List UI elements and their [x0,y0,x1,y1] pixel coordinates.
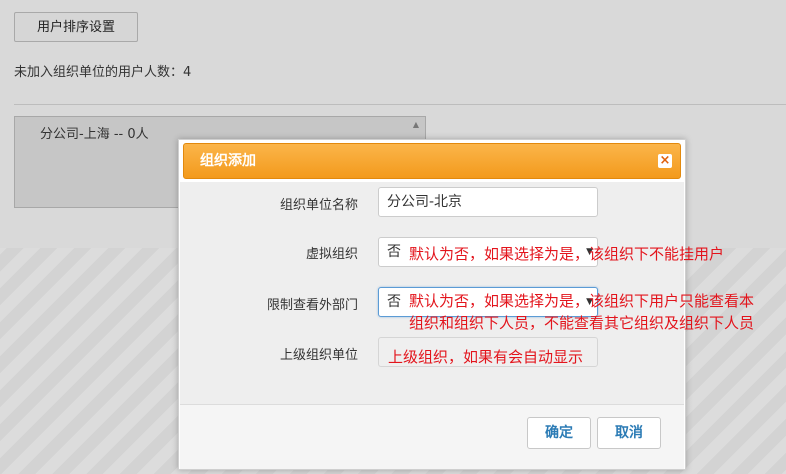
virtual-org-value: 否 [387,244,401,260]
dialog-header: 组织添加 × [183,143,681,179]
org-name-input[interactable]: 分公司-北京 [378,187,598,217]
user-sort-settings-button[interactable]: 用户排序设置 [14,12,138,42]
virtual-org-label: 虚拟组织 [305,247,358,262]
restrict-view-annotation-line2: 组织和组织下人员，不能查看其它组织及组织下人员 [409,314,755,332]
restrict-view-value: 否 [387,294,401,310]
scroll-up-arrow-icon[interactable]: ▲ [413,120,419,129]
dialog-title: 组织添加 [200,153,256,169]
list-item[interactable]: 分公司-上海 -- 0人 [40,123,149,142]
divider [14,104,786,105]
unassigned-user-count: 未加入组织单位的用户人数：4 [14,65,192,80]
cancel-button[interactable]: 取消 [597,417,661,449]
org-name-label: 组织单位名称 [279,198,358,213]
parent-org-annotation: 上级组织，如果有会自动显示 [388,348,584,366]
virtual-org-annotation: 默认为否，如果选择为是，该组织下不能挂用户 [409,245,725,263]
parent-org-label: 上级组织单位 [279,348,358,363]
restrict-view-annotation-line1: 默认为否，如果选择为是，该组织下用户只能查看本 [409,292,755,310]
confirm-button[interactable]: 确定 [527,417,591,449]
close-icon[interactable]: × [658,154,672,168]
restrict-view-label: 限制查看外部门 [266,298,358,313]
